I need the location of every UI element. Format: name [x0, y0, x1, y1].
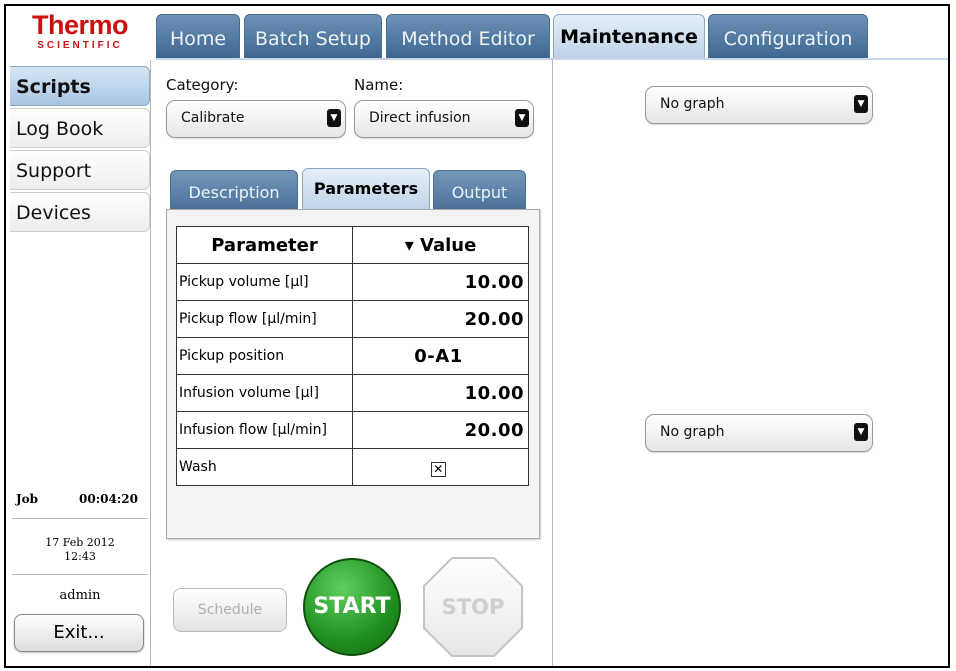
- tab-description[interactable]: Description: [170, 170, 298, 210]
- current-date: 17 Feb 2012: [45, 536, 115, 549]
- sidebar-divider: [150, 60, 151, 666]
- logo-brand: Thermo: [31, 10, 129, 40]
- sidebar-item-devices[interactable]: Devices: [10, 192, 150, 232]
- graph-select-top-value: No graph: [660, 96, 725, 112]
- current-time: 12:43: [64, 550, 96, 563]
- param-name: Infusion volume [µl]: [176, 374, 353, 412]
- panel-divider: [552, 60, 553, 666]
- table-row: Infusion flow [µl/min] 20.00: [176, 411, 529, 449]
- table-row: Pickup position 0-A1: [176, 337, 529, 375]
- graph-select-bottom[interactable]: No graph ▼: [645, 414, 873, 452]
- table-row: Pickup volume [µl] 10.00: [176, 263, 529, 301]
- param-name: Pickup flow [µl/min]: [176, 300, 353, 338]
- chevron-down-icon: ▼: [854, 423, 868, 441]
- param-name: Wash: [176, 448, 353, 486]
- table-row: Wash ✕: [176, 448, 529, 486]
- stop-label: STOP: [441, 595, 505, 619]
- table-header-row: Parameter ▾ Value: [176, 226, 529, 264]
- job-label: Job: [16, 492, 39, 506]
- name-select[interactable]: Direct infusion ▼: [354, 100, 534, 138]
- category-value: Calibrate: [181, 110, 245, 126]
- sort-desc-icon: ▾: [404, 234, 414, 256]
- chevron-down-icon: ▼: [854, 95, 868, 113]
- column-header-value-label: Value: [420, 234, 477, 256]
- divider: [12, 574, 148, 575]
- tab-method-editor[interactable]: Method Editor: [386, 14, 550, 58]
- job-time: 00:04:20: [79, 492, 138, 506]
- param-value-input[interactable]: 20.00: [352, 411, 529, 449]
- wash-checkbox[interactable]: ✕: [431, 461, 446, 477]
- param-value-input[interactable]: 10.00: [352, 374, 529, 412]
- column-header-value[interactable]: ▾ Value: [352, 226, 529, 264]
- tab-configuration[interactable]: Configuration: [708, 14, 868, 58]
- sidebar: Scripts Log Book Support Devices: [10, 66, 150, 234]
- tab-home[interactable]: Home: [156, 14, 240, 58]
- column-header-parameter[interactable]: Parameter: [176, 226, 353, 264]
- schedule-button[interactable]: Schedule: [173, 588, 287, 632]
- category-select[interactable]: Calibrate ▼: [166, 100, 346, 138]
- category-label: Category:: [166, 76, 239, 94]
- table-row: Infusion volume [µl] 10.00: [176, 374, 529, 412]
- logo-subtitle: SCIENTIFIC: [37, 40, 123, 51]
- tab-output[interactable]: Output: [433, 170, 526, 210]
- tab-batch-setup[interactable]: Batch Setup: [244, 14, 382, 58]
- exit-button[interactable]: Exit...: [14, 614, 144, 652]
- start-button[interactable]: START: [303, 558, 401, 656]
- sidebar-item-scripts[interactable]: Scripts: [10, 66, 150, 106]
- tab-parameters[interactable]: Parameters: [302, 168, 430, 210]
- chevron-down-icon: ▼: [515, 109, 529, 127]
- table-row: Pickup flow [µl/min] 20.00: [176, 300, 529, 338]
- divider: [12, 518, 148, 519]
- param-value-input[interactable]: 20.00: [352, 300, 529, 338]
- param-name: Infusion flow [µl/min]: [176, 411, 353, 449]
- param-value-cell: ✕: [352, 448, 529, 486]
- param-name: Pickup position: [176, 337, 353, 375]
- param-value-input[interactable]: 0-A1: [352, 337, 529, 375]
- param-name: Pickup volume [µl]: [176, 263, 353, 301]
- param-value-input[interactable]: 10.00: [352, 263, 529, 301]
- graph-select-top[interactable]: No graph ▼: [645, 86, 873, 124]
- date-time: 17 Feb 2012 12:43: [12, 536, 148, 564]
- parameters-table: Parameter ▾ Value Pickup volume [µl] 10.…: [176, 226, 529, 486]
- current-user: admin: [59, 588, 101, 603]
- stop-button[interactable]: STOP: [422, 556, 524, 658]
- thermo-logo: Thermo SCIENTIFIC: [10, 12, 150, 62]
- chevron-down-icon: ▼: [327, 109, 341, 127]
- name-label: Name:: [354, 76, 404, 94]
- sidebar-item-log-book[interactable]: Log Book: [10, 108, 150, 148]
- tab-maintenance[interactable]: Maintenance: [553, 14, 705, 60]
- name-value: Direct infusion: [369, 110, 471, 126]
- sidebar-item-support[interactable]: Support: [10, 150, 150, 190]
- graph-select-bottom-value: No graph: [660, 424, 725, 440]
